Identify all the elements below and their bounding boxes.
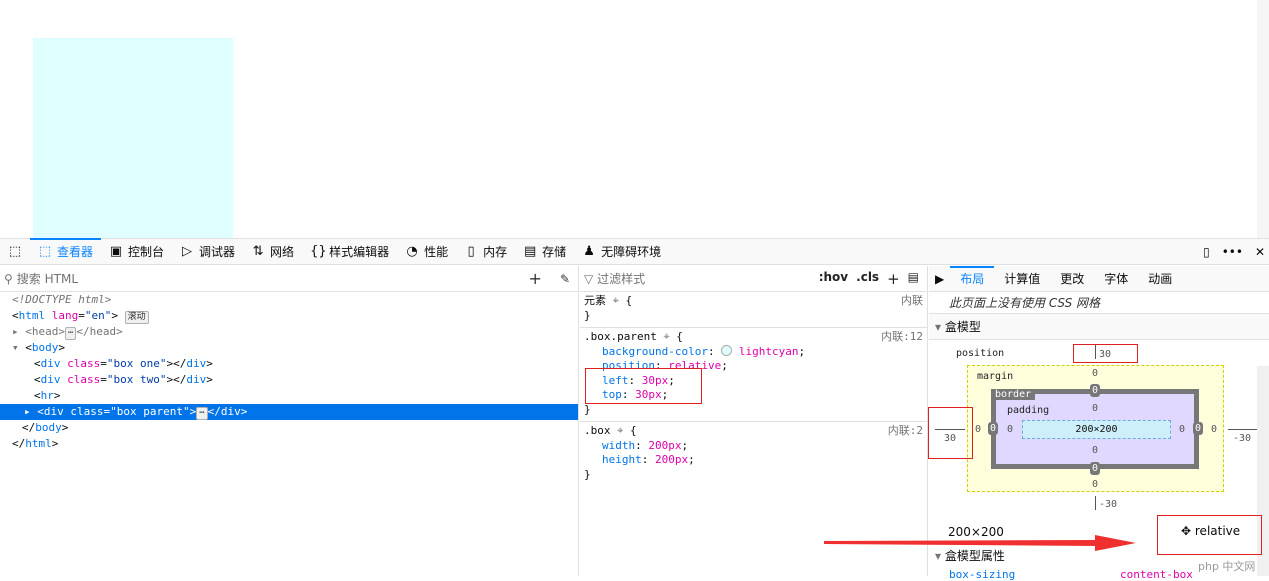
element-selector: 元素 (584, 294, 606, 307)
accessibility-icon: ♟ (583, 244, 595, 259)
search-icon: ⚲ (4, 271, 13, 286)
storage-icon: ▤ (523, 244, 537, 259)
tab-debugger[interactable]: ▷ 调试器 (172, 239, 243, 265)
layout-tab[interactable]: 字体 (1094, 266, 1138, 292)
tab-label: 内存 (483, 245, 508, 259)
box-parent-preview (33, 38, 233, 238)
content-box[interactable]: 200×200 (1022, 420, 1171, 439)
declaration[interactable]: width: 200px; (584, 439, 923, 454)
tab-label: 网络 (270, 245, 295, 259)
html-node[interactable]: <html lang="en"> 滚动 (0, 308, 578, 324)
filter-styles-input[interactable]: 过滤样式 (597, 272, 645, 286)
html-close-node: </html> (12, 437, 59, 450)
network-icon: ⇅ (252, 244, 264, 259)
performance-icon: ◔ (406, 244, 418, 259)
eyedropper-icon[interactable]: ✎ (560, 272, 570, 286)
no-grid-message: 此页面上没有使用 CSS 网格 (929, 292, 1269, 314)
collapse-icon: ▾ (935, 320, 942, 334)
style-editor-icon: {} (310, 244, 327, 259)
tab-label: 无障碍环境 (601, 245, 662, 259)
annotation-highlight (585, 368, 702, 404)
color-swatch[interactable] (721, 344, 733, 356)
declaration[interactable]: height: 200px; (584, 453, 923, 468)
add-rule-button[interactable]: + (887, 270, 900, 288)
layout-tab[interactable]: 更改 (1050, 266, 1094, 292)
toggle-sidebar-icon[interactable]: ▶ (929, 266, 950, 292)
markup-panel: ⚲ 搜索 HTML + ✎ <!DOCTYPE html> <html lang… (0, 266, 579, 576)
dock-icon[interactable]: ▯ (1203, 245, 1210, 259)
layout-tab[interactable]: 布局 (950, 265, 995, 292)
tab-label: 性能 (424, 245, 449, 259)
box-sizing-value: content-box (1120, 568, 1193, 581)
layout-tab[interactable]: 动画 (1138, 266, 1182, 292)
watermark: php 中文网 (1198, 560, 1256, 573)
hr-node[interactable]: <hr> (0, 388, 578, 404)
tab-label: 控制台 (128, 245, 165, 259)
rule-selector: .box.parent (584, 330, 657, 343)
debugger-icon: ▷ (182, 244, 193, 259)
annotation-arrow (824, 535, 1136, 551)
rule-source[interactable]: 内联:2 (888, 424, 923, 439)
tab-memory[interactable]: ▯ 内存 (456, 239, 515, 265)
rule-source[interactable]: 内联 (901, 294, 923, 309)
boxmodel-header[interactable]: ▾ 盒模型 (929, 314, 1269, 340)
target-icon: ⌖ (663, 330, 670, 343)
tab-label: 样式编辑器 (329, 245, 390, 259)
rule-source[interactable]: 内联:12 (881, 330, 923, 345)
annotation-highlight (1157, 515, 1262, 555)
position-right[interactable]: -30 (1233, 433, 1251, 444)
scroll-badge[interactable]: 滚动 (124, 311, 149, 324)
tab-style-editor[interactable]: {} 样式编辑器 (302, 239, 397, 265)
annotation-highlight (928, 407, 973, 459)
div-box-one-node[interactable]: <div class="box one"></div> (0, 356, 578, 372)
inspector-icon: ⬚ (38, 244, 52, 259)
viewport-scrollbar[interactable] (1257, 0, 1269, 238)
console-icon: ▣ (109, 244, 123, 259)
tab-label: 存储 (542, 245, 567, 259)
tab-network[interactable]: ⇅ 网络 (243, 239, 302, 265)
tab-storage[interactable]: ▤ 存储 (515, 239, 574, 265)
rules-panel: ▽ 过滤样式 :hov .cls + ▤ 元素 ⌖ {内联 } .box.parent… (580, 266, 928, 576)
page-viewport (0, 0, 1269, 238)
body-close-node: </body> (22, 421, 69, 434)
picker-icon: ⬚ (8, 244, 22, 259)
box-sizing-label: box-sizing (949, 568, 1016, 581)
tab-label: 查看器 (57, 245, 94, 259)
div-box-two-node[interactable]: <div class="box two"></div> (0, 372, 578, 388)
memory-icon: ▯ (467, 244, 475, 259)
position-bottom[interactable]: -30 (1099, 499, 1117, 510)
body-node[interactable]: ▾ <body> (0, 340, 578, 356)
cls-button[interactable]: .cls (856, 270, 879, 288)
print-media-icon[interactable]: ▤ (908, 270, 919, 288)
tab-accessibility[interactable]: ♟ 无障碍环境 (574, 239, 669, 265)
devtools-toolbar: ⬚ ⬚ 查看器 ▣ 控制台 ▷ 调试器 ⇅ 网络{} 样式编辑器 ◔ 性能 ▯ 内存 ▤ 存储 ♟ 无障碍环境 … (0, 237, 1269, 265)
layout-tab[interactable]: 计算值 (994, 266, 1050, 292)
tab-performance[interactable]: ◔ 性能 (397, 239, 456, 265)
element-picker-button[interactable]: ⬚ (0, 239, 30, 265)
add-node-button[interactable]: + (529, 269, 542, 288)
rule-box: .box ⌖ {内联:2 width: 200px; height: 200px… (584, 424, 923, 481)
close-icon[interactable]: ✕ (1255, 245, 1265, 259)
tab-inspector[interactable]: ⬚ 查看器 (30, 237, 102, 265)
more-icon[interactable]: ••• (1222, 245, 1243, 259)
search-html-input[interactable]: 搜索 HTML (17, 270, 525, 287)
tab-label: 调试器 (199, 245, 236, 259)
filter-icon: ▽ (584, 272, 594, 286)
target-icon: ⌖ (617, 424, 624, 437)
doctype-node[interactable]: <!DOCTYPE html> (0, 292, 578, 308)
head-node[interactable]: ▸ <head> ⋯ </head> (0, 324, 578, 340)
hov-button[interactable]: :hov (819, 270, 848, 288)
target-icon: ⌖ (612, 294, 619, 307)
rule-selector: .box (584, 424, 611, 437)
tab-console[interactable]: ▣ 控制台 (101, 239, 172, 265)
annotation-highlight (1073, 344, 1138, 363)
div-box-parent-node[interactable]: ▸ <div class="box parent"> ⋯ </div> (0, 404, 578, 420)
declaration[interactable]: background-color: lightcyan; (584, 344, 923, 360)
